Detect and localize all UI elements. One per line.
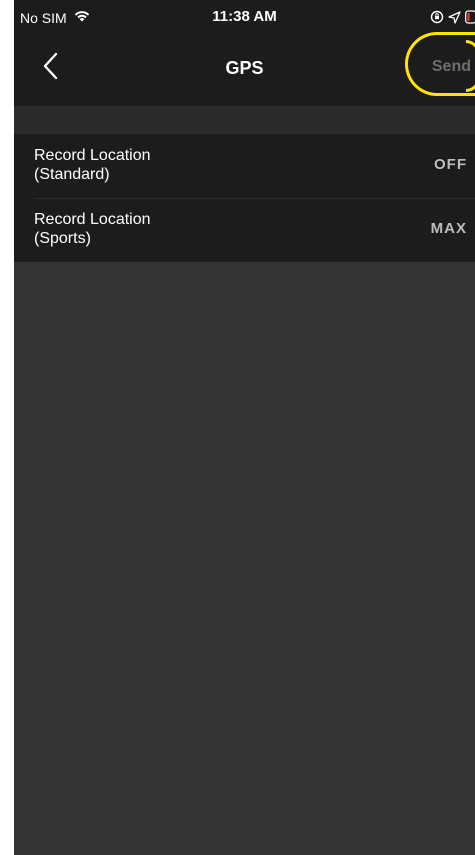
status-time: 11:38 AM — [212, 8, 277, 25]
setting-label: Record Location (Standard) — [34, 146, 254, 184]
battery-icon — [465, 10, 475, 29]
setting-label-line1: Record Location — [34, 147, 151, 164]
setting-row-record-location-sports[interactable]: Record Location (Sports) MAX — [14, 198, 475, 262]
setting-value: OFF — [434, 156, 467, 173]
app-screen: No SIM 11:38 AM GPS Send Record Location… — [14, 0, 475, 855]
highlight-annotation — [405, 32, 475, 96]
status-bar: No SIM 11:38 AM — [14, 0, 475, 36]
settings-list: Record Location (Standard) OFF Record Lo… — [14, 134, 475, 262]
setting-value: MAX — [430, 220, 467, 237]
setting-label-line1: Record Location — [34, 211, 151, 228]
location-arrow-icon — [448, 10, 461, 29]
orientation-lock-icon — [430, 10, 444, 29]
setting-label-line2: (Sports) — [34, 230, 91, 247]
setting-label: Record Location (Sports) — [34, 210, 254, 248]
setting-row-record-location-standard[interactable]: Record Location (Standard) OFF — [14, 134, 475, 198]
highlight-annotation-edge — [466, 40, 475, 92]
section-spacer — [14, 106, 475, 134]
status-right — [430, 10, 475, 29]
setting-label-line2: (Standard) — [34, 166, 110, 183]
